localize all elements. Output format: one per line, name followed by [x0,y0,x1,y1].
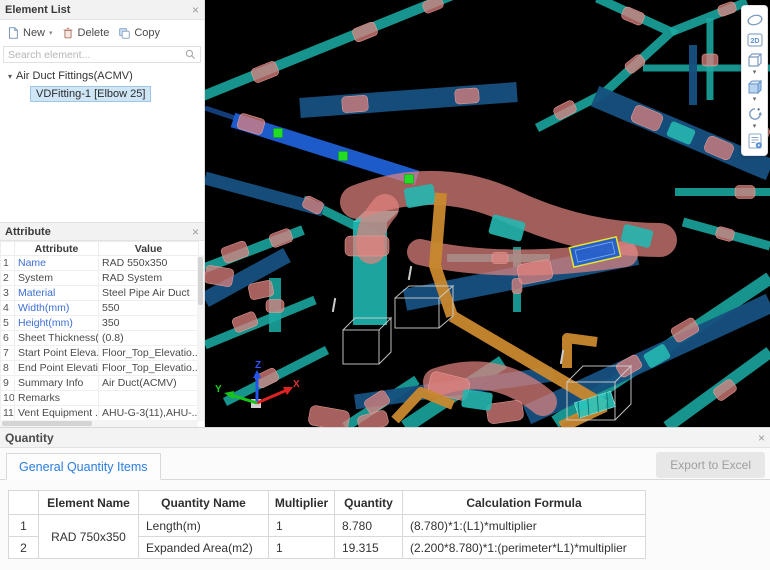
tree-expand-caret-icon[interactable]: ▾ [8,72,12,81]
view-toolbar: 2D ▾ ▾ ▾ [741,5,768,156]
search-icon [185,49,196,60]
quantity-tab-strip: General Quantity Items Export to Excel [0,448,770,480]
col-multiplier: Multiplier [269,491,335,515]
attr-col-header: Attribute [15,242,99,256]
rotate-view-icon[interactable] [744,104,766,124]
attribute-row[interactable]: 5 Height(mm) 350 [1,316,199,331]
copy-button[interactable]: Copy [115,25,162,41]
attribute-vertical-scrollbar[interactable] [197,255,204,421]
2d-view-icon[interactable]: 2D [744,30,766,50]
element-list-panel: Element List × New ▾ Delete [0,0,205,222]
bim-app-window: Element List × New ▾ Delete [0,0,770,570]
value-col-header: Value [99,242,199,256]
trash-icon [61,26,75,40]
attribute-close-icon[interactable]: × [192,226,199,238]
grip-handle [339,152,348,161]
copy-button-label: Copy [134,27,160,39]
element-tree: ▾ Air Duct Fittings(ACMV) VDFitting-1 [E… [0,64,204,102]
cube-wireframe-dropdown-caret-icon[interactable]: ▾ [753,70,757,77]
attribute-row[interactable]: 9 Summary Info Air Duct(ACMV) [1,376,199,391]
delete-button[interactable]: Delete [59,25,112,41]
rotate-view-dropdown-caret-icon[interactable]: ▾ [753,124,757,131]
attribute-row[interactable]: 2 System RAD System [1,271,199,286]
element-name-cell: RAD 750x350 [39,515,139,559]
element-list-title: Element List [5,4,70,16]
attribute-panel: Attribute × Attribute Value 1 Name RAD 5… [0,222,205,427]
new-button-label: New [23,27,45,39]
grip-handle [274,129,283,138]
quantity-panel: Quantity × General Quantity Items Export… [0,427,770,570]
view-settings-icon[interactable] [744,131,766,151]
col-quantity-name: Quantity Name [139,491,269,515]
attribute-row[interactable]: 6 Sheet Thickness(... (0.8) [1,331,199,346]
new-dropdown-caret-icon[interactable]: ▾ [49,29,53,37]
tree-group-label: Air Duct Fittings(ACMV) [16,70,133,82]
axis-y-label: Y [215,384,222,395]
attribute-titlebar: Attribute × [0,223,204,241]
copy-icon [117,26,131,40]
attribute-row[interactable]: 10 Remarks [1,391,199,406]
quantity-title: Quantity [5,431,54,445]
quantity-table: Element Name Quantity Name Multiplier Qu… [8,490,646,559]
element-list-titlebar: Element List × [0,0,204,20]
attribute-row[interactable]: 4 Width(mm) 550 [1,301,199,316]
attribute-row[interactable]: 11 Vent Equipment ... AHU-G-3(11),AHU-..… [1,406,199,421]
cube-shaded-icon[interactable] [744,77,766,97]
tree-group-air-duct-fittings[interactable]: ▾ Air Duct Fittings(ACMV) [8,70,204,82]
attribute-row[interactable]: 7 Start Point Eleva... Floor_Top_Elevati… [1,346,199,361]
grip-handle [405,175,414,184]
search-input[interactable] [8,49,185,61]
svg-text:2D: 2D [750,38,759,45]
delete-button-label: Delete [78,27,110,39]
attribute-row[interactable]: 3 Material Steel Pipe Air Duct [1,286,199,301]
new-button[interactable]: New ▾ [4,25,55,41]
tab-general-quantity-items[interactable]: General Quantity Items [6,453,161,480]
element-list-close-icon[interactable]: × [192,4,199,16]
attribute-row[interactable]: 8 End Point Elevati... Floor_Top_Elevati… [1,361,199,376]
section-plane-icon[interactable] [744,10,766,30]
axis-x-label: X [293,379,300,390]
axis-z-label: Z [255,360,261,371]
viewport-3d-scene[interactable]: Z X Y [205,0,770,427]
quantity-titlebar: Quantity × [0,428,770,448]
attribute-title: Attribute [5,226,51,238]
attribute-row[interactable]: 1 Name RAD 550x350 [1,256,199,271]
tree-item-vdfitting-selected[interactable]: VDFitting-1 [Elbow 25] [30,86,151,102]
viewport-3d[interactable]: Z X Y 2D ▾ ▾ ▾ [205,0,770,427]
cube-wireframe-icon[interactable] [744,50,766,70]
search-box [3,46,201,63]
col-element-name: Element Name [39,491,139,515]
quantity-close-icon[interactable]: × [758,432,765,444]
col-quantity: Quantity [335,491,403,515]
cube-shaded-dropdown-caret-icon[interactable]: ▾ [753,97,757,104]
quantity-header-row: Element Name Quantity Name Multiplier Qu… [9,491,646,515]
attribute-table: Attribute Value 1 Name RAD 550x350 2 Sys… [0,241,199,421]
element-list-toolbar: New ▾ Delete Copy [0,20,204,45]
export-to-excel-button[interactable]: Export to Excel [656,452,765,478]
new-page-icon [6,26,20,40]
col-calculation-formula: Calculation Formula [403,491,646,515]
quantity-row[interactable]: 1 RAD 750x350 Length(m) 1 8.780 (8.780)*… [9,515,646,537]
attribute-horizontal-scrollbar[interactable] [0,420,198,427]
